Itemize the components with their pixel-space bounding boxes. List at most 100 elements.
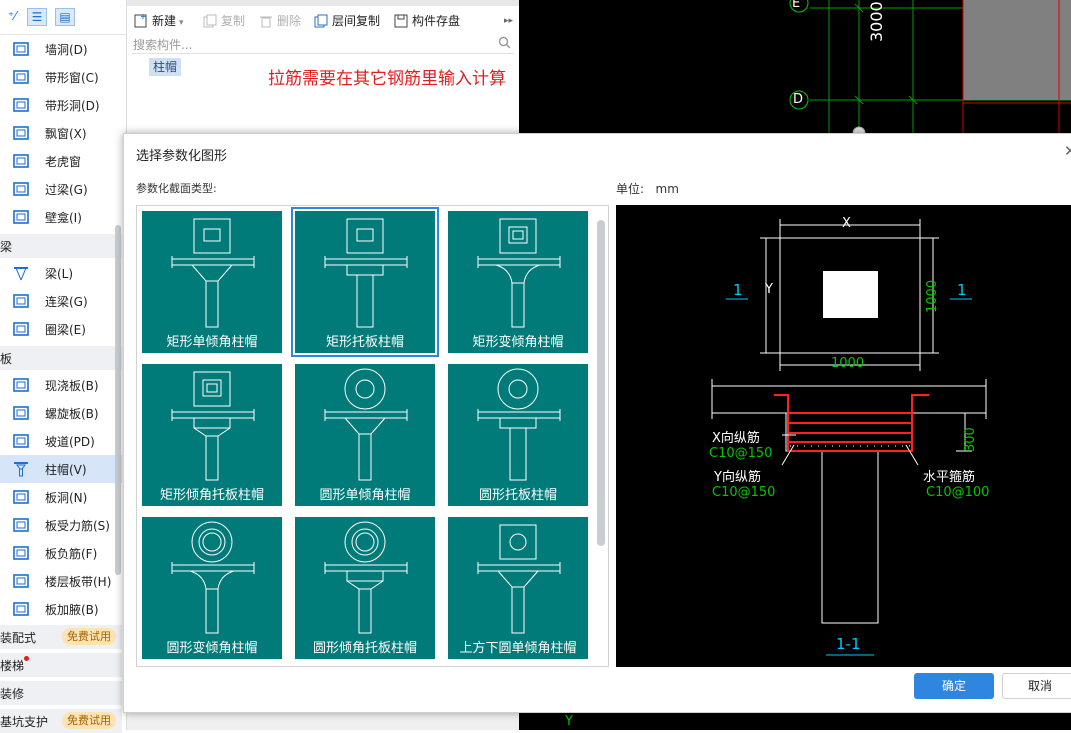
copy-icon [203, 14, 217, 28]
sidebar-item-niche[interactable]: 壁龛(I) [0, 203, 122, 231]
sidebar-item-label: 现浇板(B) [45, 379, 99, 393]
shape-tile[interactable]: 圆形单倾角柱帽 [295, 364, 435, 506]
floor-copy-button[interactable]: 层间复制 [314, 12, 380, 30]
sidebar-item-slab-negative-rebar[interactable]: 板负筋(F) [0, 539, 122, 567]
section-mark-left: 1 [733, 281, 743, 299]
shape-tile[interactable]: 上方下圆单倾角柱帽 [448, 517, 588, 659]
new-label: 新建 [152, 14, 177, 28]
sidebar-item-slab-strip[interactable]: 楼层板带(H) [0, 567, 122, 595]
dimension-3000: 3000 [867, 1, 886, 42]
sidebar-item-ramp[interactable]: 坡道(PD) [0, 427, 122, 455]
search-input[interactable]: 搜索构件... [133, 36, 192, 53]
ring-beam-icon [12, 321, 30, 337]
lintel-icon [12, 181, 30, 197]
shape-thumbnail [477, 368, 561, 481]
search-icon[interactable] [498, 36, 511, 52]
toolbar-more-button[interactable]: ▸▸ [504, 12, 513, 30]
sidebar-item-label: 连梁(G) [45, 295, 88, 309]
shape-thumbnail [171, 218, 255, 328]
shape-tile[interactable]: 矩形倾角托板柱帽 [142, 364, 282, 506]
shape-tile[interactable]: 圆形托板柱帽 [448, 364, 588, 506]
section-title: 1-1 [836, 635, 861, 653]
dim-1000-right: 1000 [925, 279, 940, 313]
ok-button[interactable]: 确定 [914, 673, 994, 699]
save-icon [394, 14, 408, 28]
shape-thumbnail [477, 524, 561, 634]
sidebar-item-slab-opening[interactable]: 板洞(N) [0, 483, 122, 511]
sidebar-item-label: 过梁(G) [45, 183, 88, 197]
sidebar-item-cast-slab[interactable]: 现浇板(B) [0, 371, 122, 399]
component-list-item[interactable]: 柱帽 [149, 58, 182, 76]
list-view-icon[interactable]: ☰ [27, 8, 47, 26]
niche-icon [12, 209, 30, 225]
shape-tile-label: 矩形单倾角柱帽 [166, 335, 258, 350]
category-label: 梁 [0, 240, 13, 254]
shape-thumbnail [171, 371, 255, 481]
dim-x-label: X [842, 216, 851, 231]
section-mark-right: 1 [957, 281, 967, 299]
strip-window-icon [12, 69, 30, 85]
close-icon[interactable]: ✕ [1064, 142, 1071, 160]
shape-tile-label: 矩形变倾角柱帽 [472, 335, 564, 350]
shape-thumbnail [324, 218, 408, 328]
sidebar-item-spiral-slab[interactable]: 螺旋板(B) [0, 399, 122, 427]
copy-button[interactable]: 复制 [203, 12, 245, 30]
slab-opening-icon [12, 489, 30, 505]
sidebar-item-label: 飘窗(X) [45, 127, 87, 141]
category-prefab[interactable]: 装配式 免费试用 [0, 625, 122, 649]
dialog-title: 选择参数化图形 [136, 149, 228, 164]
shape-tile[interactable]: 矩形变倾角柱帽 [448, 211, 588, 353]
new-dropdown-icon[interactable]: ▾ [179, 18, 184, 28]
sidebar-item-slab-haunch[interactable]: 板加腋(B) [0, 595, 122, 623]
free-trial-badge[interactable]: 免费试用 [62, 712, 116, 729]
sidebar-item-coupling-beam[interactable]: 连梁(G) [0, 287, 122, 315]
spiral-slab-icon [12, 405, 30, 421]
wall-opening-icon [12, 41, 30, 57]
shape-tile-label: 矩形托板柱帽 [325, 335, 404, 350]
sidebar-scrollbar[interactable] [115, 225, 121, 575]
delete-label: 删除 [277, 14, 302, 28]
sidebar-item-dormer-window[interactable]: 老虎窗 [0, 147, 122, 175]
sidebar-item-wall-opening[interactable]: 墙洞(D) [0, 35, 122, 63]
sidebar: ⁺⁄ ☰ ▤ 墙洞(D) 带形窗(C) 带形洞(D) 飘窗(X) 老虎窗过梁(G) 壁龛(… [0, 0, 127, 733]
sidebar-item-strip-opening[interactable]: 带形洞(D) [0, 91, 122, 119]
pin-icon[interactable]: ⁺⁄ [2, 8, 22, 26]
sidebar-item-label: 柱帽(V) [45, 463, 87, 477]
strip-opening-icon [12, 97, 30, 113]
sidebar-item-ring-beam[interactable]: 圈梁(E) [0, 315, 122, 343]
shape-grid-scrollbar[interactable] [597, 220, 605, 546]
sidebar-item-beam[interactable]: 梁(L) [0, 259, 122, 287]
shape-tile-label: 上方下圆单倾角柱帽 [459, 641, 577, 656]
category-decoration[interactable]: 装修 [0, 681, 122, 705]
cancel-button[interactable]: 取消 [1002, 673, 1071, 699]
sidebar-item-strip-window[interactable]: 带形窗(C) [0, 63, 122, 91]
category-pit-support[interactable]: 基坑支护 免费试用 [0, 709, 122, 733]
shape-tile[interactable]: 矩形托板柱帽 [291, 207, 439, 357]
dormer-window-icon [12, 153, 30, 169]
category-stairs[interactable]: 楼梯 [0, 653, 122, 677]
preview-drawing [711, 219, 987, 656]
bay-window-icon [12, 125, 30, 141]
sidebar-item-column-cap[interactable]: 柱帽(V) [0, 455, 122, 483]
sidebar-item-slab-rebar[interactable]: 板受力筋(S) [0, 511, 122, 539]
delete-button[interactable]: 删除 [259, 12, 301, 30]
dim-300: 300 [963, 427, 978, 452]
shape-thumbnail [324, 368, 408, 481]
category-slab[interactable]: 板 [0, 346, 122, 370]
beam-icon [12, 265, 30, 281]
sidebar-item-lintel[interactable]: 过梁(G) [0, 175, 122, 203]
shape-tile[interactable]: 圆形倾角托板柱帽 [295, 517, 435, 659]
category-beam[interactable]: 梁 [0, 234, 122, 258]
sidebar-item-label: 板加腋(B) [45, 603, 99, 617]
search-field[interactable]: 搜索构件... [132, 34, 514, 54]
shape-tile[interactable]: 矩形单倾角柱帽 [142, 211, 282, 353]
panel-bottom-area [127, 710, 519, 730]
save-component-button[interactable]: 构件存盘 [394, 12, 460, 30]
detail-view-icon[interactable]: ▤ [55, 8, 75, 26]
annotation-note: 拉筋需要在其它钢筋里输入计算 [268, 69, 506, 89]
sidebar-item-bay-window[interactable]: 飘窗(X) [0, 119, 122, 147]
free-trial-badge[interactable]: 免费试用 [62, 628, 116, 645]
ramp-icon [12, 433, 30, 449]
shape-tile[interactable]: 圆形变倾角柱帽 [142, 517, 282, 659]
new-button[interactable]: 新建 ▾ [134, 12, 184, 30]
